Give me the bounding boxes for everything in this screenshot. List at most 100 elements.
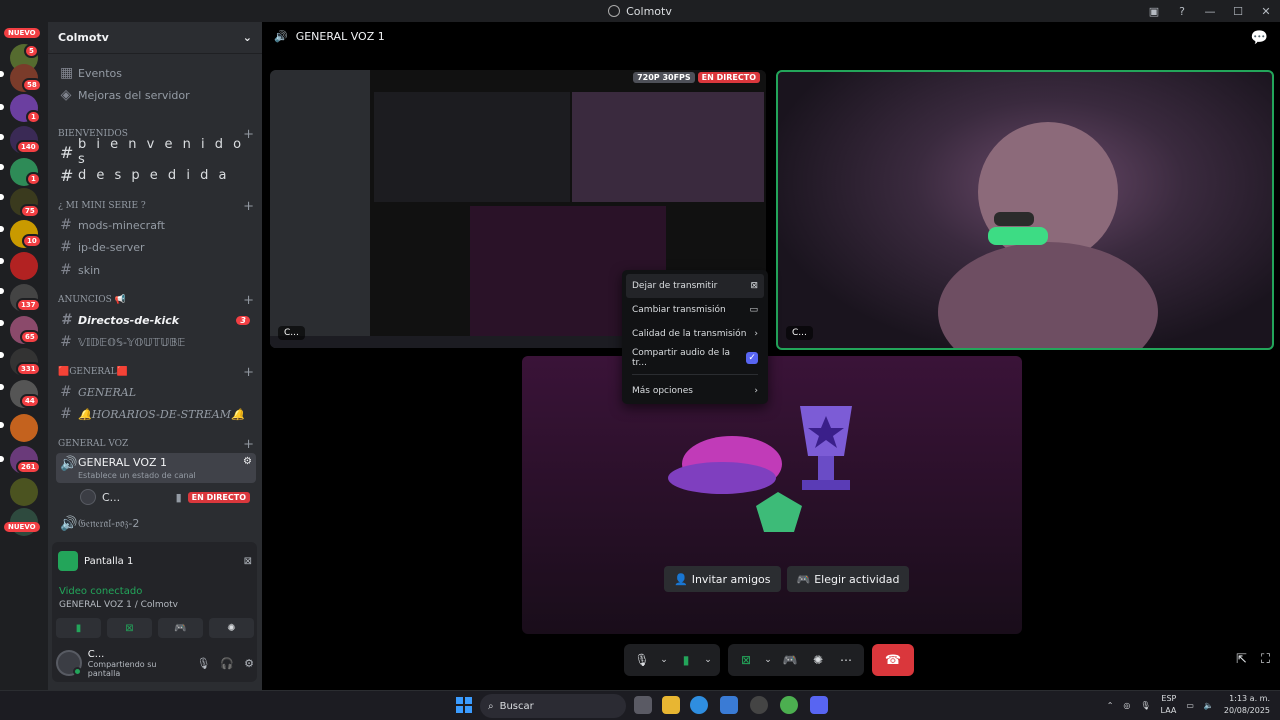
add-channel-icon[interactable]: + [243, 199, 254, 214]
menu-change-stream[interactable]: Cambiar transmisión ▭ [626, 298, 764, 322]
screen-share-button[interactable]: ⊠ [107, 618, 152, 638]
popout-icon[interactable]: ⇱ [1236, 652, 1247, 667]
boosts-item[interactable]: ◈ Mejoras del servidor [56, 85, 256, 105]
camera-button[interactable]: ▮ [56, 618, 101, 638]
fullscreen-icon[interactable]: ⛶ [1261, 652, 1270, 667]
camera-icon: ▮ [175, 490, 182, 504]
minimize-button[interactable]: — [1196, 0, 1224, 22]
maximize-button[interactable]: ☐ [1224, 0, 1252, 22]
channel-settings-icon[interactable]: ⚙ [243, 456, 252, 467]
category-general[interactable]: 🟥GENERAL🟥 + [58, 364, 254, 380]
new-badge-bottom: NUEVO [4, 522, 40, 532]
choose-activity-button[interactable]: 🎮 Elegir actividad [786, 566, 910, 592]
calendar-icon: ▦ [60, 65, 74, 81]
server-badge: 5 [24, 44, 39, 58]
channel-ip-de-server[interactable]: # ip-de-server [56, 237, 256, 257]
taskbar: ⌕ Buscar ⌃ ◎ 🎙 ESP LAA ▭ 🔈 1:13 a. m. 20/… [0, 690, 1280, 720]
mic-button[interactable]: 🎙 [630, 648, 654, 672]
channel-despedida[interactable]: # d e s p e d i d a [56, 165, 256, 185]
camera-button[interactable]: ▮ [674, 648, 698, 672]
screen-share-button[interactable]: ⊠ [734, 648, 758, 672]
close-button[interactable]: ✕ [1252, 0, 1280, 22]
user-avatar[interactable] [56, 650, 82, 676]
tray-app-icon[interactable]: ◎ [1123, 701, 1130, 710]
help-icon[interactable]: ? [1168, 0, 1196, 22]
store-icon[interactable] [720, 696, 738, 714]
checkbox-checked-icon[interactable]: ✓ [746, 352, 758, 364]
voice-channel-general-voz-2[interactable]: 🔊 𝔊𝔢𝔫𝔢𝔯𝔞𝔩-𝔳𝔬𝔷-2 [56, 514, 256, 534]
invite-friends-button[interactable]: 👤 Invitar amigos [664, 566, 781, 592]
mic-icon[interactable]: 🎙 [1140, 701, 1150, 710]
hash-icon: # [60, 334, 72, 350]
soundboard-button[interactable]: ✺ [806, 648, 830, 672]
volume-icon[interactable]: 🔈 [1204, 701, 1214, 710]
add-channel-icon[interactable]: + [243, 293, 254, 308]
avatar [80, 489, 96, 505]
server-icon[interactable] [10, 252, 38, 280]
menu-stop-streaming[interactable]: Dejar de transmitir ⊠ [626, 274, 764, 298]
server-icon[interactable] [10, 478, 38, 506]
disconnect-button[interactable]: ☎ [872, 644, 914, 676]
inbox-icon[interactable]: ▣ [1140, 0, 1168, 22]
soundboard-button[interactable]: ✺ [209, 618, 254, 638]
mic-icon[interactable]: 🎙 [196, 657, 210, 670]
language-indicator[interactable]: ESP LAA [1161, 693, 1177, 717]
chevron-up-icon[interactable]: ⌃ [1107, 701, 1114, 710]
channel-mods-minecraft[interactable]: # mods-minecraft [56, 215, 256, 235]
voice-status[interactable]: Video conectado [59, 586, 142, 597]
windows-start-icon[interactable] [456, 697, 472, 713]
category-mini-serie[interactable]: ¿ MI MINI SERIE ? + [58, 198, 254, 214]
category-general-voz[interactable]: GENERAL VOZ + [58, 436, 254, 452]
task-view-icon[interactable] [634, 696, 652, 714]
chevron-down-icon: ⌄ [242, 31, 252, 44]
menu-stream-quality[interactable]: Calidad de la transmisión › [626, 322, 764, 346]
voice-location[interactable]: GENERAL VOZ 1 / Colmotv [59, 600, 178, 610]
menu-more-options[interactable]: Más opciones › [626, 379, 764, 403]
channel-horarios[interactable]: # 🔔HORARIOS-DE-STREAM🔔 [56, 404, 256, 424]
window-title-text: Colmotv [626, 4, 672, 18]
clock[interactable]: 1:13 a. m. 20/08/2025 [1224, 693, 1270, 717]
camera-tile[interactable]: C... [776, 70, 1274, 350]
voice-user[interactable]: C... ▮ EN DIRECTO [76, 487, 256, 507]
server-rail: NUEVO 5 58 1 140 1 75 10 137 65 331 44 2… [0, 22, 48, 690]
activity-button[interactable]: 🎮 [778, 648, 802, 672]
resolution-badge: 720P 30FPS [633, 72, 695, 83]
stream-context-menu: Dejar de transmitir ⊠ Cambiar transmisión… [622, 270, 768, 404]
file-explorer-icon[interactable] [662, 696, 680, 714]
channel-directos-de-kick[interactable]: # Directos-de-kick 3 [56, 310, 256, 330]
user-area: C... Compartiendo su pantalla 🎙 🎧 ⚙ [56, 648, 254, 678]
chrome-icon[interactable] [780, 696, 798, 714]
app-icon[interactable] [750, 696, 768, 714]
mic-options-chevron-icon[interactable]: ⌄ [658, 648, 670, 672]
more-options-icon[interactable]: ⋯ [834, 648, 858, 672]
server-header[interactable]: Colmotv ⌄ [48, 22, 262, 54]
server-badge: 1 [26, 172, 41, 186]
menu-share-audio[interactable]: Compartir audio de la tr... ✓ [626, 346, 764, 370]
discord-icon[interactable] [810, 696, 828, 714]
edge-icon[interactable] [690, 696, 708, 714]
channel-skin[interactable]: # skin [56, 260, 256, 280]
gear-icon[interactable]: ⚙ [244, 657, 254, 670]
channel-status[interactable]: Establece un estado de canal [78, 471, 196, 480]
title-bar: Colmotv ▣ ? — ☐ ✕ [0, 0, 1280, 22]
server-badge: 140 [16, 140, 41, 154]
taskbar-search[interactable]: ⌕ Buscar [480, 694, 626, 718]
camera-options-chevron-icon[interactable]: ⌄ [702, 648, 714, 672]
channel-bienvenidos[interactable]: # b i e n v e n i d o s [56, 137, 256, 167]
channel-general[interactable]: # GENERAL [56, 382, 256, 402]
stop-stream-icon[interactable]: ⊠ [244, 556, 252, 567]
add-channel-icon[interactable]: + [243, 437, 254, 452]
chat-bubble-icon[interactable]: 💬 [1251, 30, 1268, 46]
server-icon[interactable] [10, 414, 38, 442]
voice-channel-general-voz-1[interactable]: 🔊 GENERAL VOZ 1 Establece un estado de c… [56, 453, 256, 483]
network-icon[interactable]: ▭ [1186, 701, 1194, 710]
activity-button[interactable]: 🎮 [158, 618, 203, 638]
headphones-icon[interactable]: 🎧 [220, 657, 234, 670]
add-channel-icon[interactable]: + [243, 365, 254, 380]
server-badge: 58 [22, 78, 42, 92]
events-item[interactable]: ▦ Eventos [56, 63, 256, 83]
screen-options-chevron-icon[interactable]: ⌄ [762, 648, 774, 672]
channel-videos-youtube[interactable]: # 𝕍𝕀𝔻𝔼𝕆𝕊-𝕐𝕆𝕌𝕋𝕌𝔹𝔼 [56, 332, 256, 352]
screen-share-card[interactable]: Pantalla 1 ⊠ [58, 548, 252, 574]
category-anuncios[interactable]: ANUNCIOS 📢 + [58, 292, 254, 308]
